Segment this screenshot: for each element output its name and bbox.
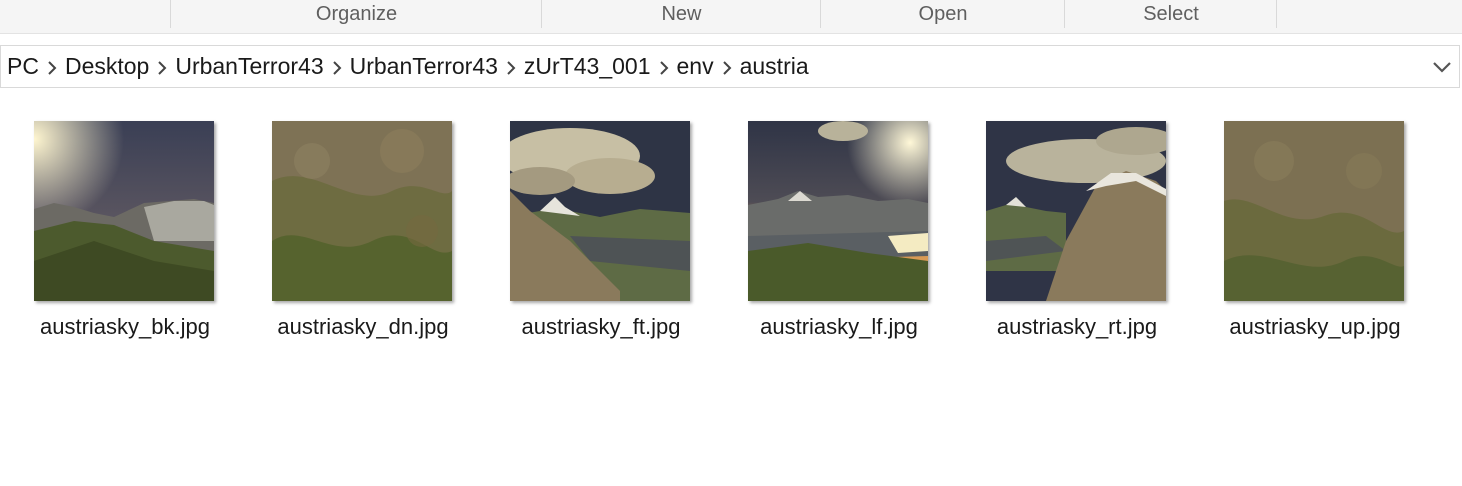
chevron-right-icon[interactable]	[39, 57, 65, 77]
file-name: austriasky_dn.jpg	[277, 314, 449, 339]
file-item[interactable]: austriasky_bk.jpg	[6, 100, 244, 350]
breadcrumb-item[interactable]: UrbanTerror43	[350, 53, 498, 80]
breadcrumb-item[interactable]: env	[677, 53, 714, 80]
image-thumbnail	[1224, 121, 1404, 301]
file-item[interactable]: austriasky_lf.jpg	[720, 100, 958, 350]
image-thumbnail	[34, 121, 214, 301]
image-thumbnail	[748, 121, 928, 301]
ribbon-group-label: Select	[1143, 2, 1199, 25]
file-name: austriasky_up.jpg	[1229, 314, 1401, 339]
breadcrumb-item[interactable]: PC	[7, 53, 39, 80]
breadcrumb-item[interactable]: zUrT43_001	[524, 53, 651, 80]
ribbon-group-select[interactable]: Select	[1064, 0, 1277, 28]
ribbon-group-label: Organize	[315, 2, 398, 25]
ribbon-divider	[1276, 0, 1277, 28]
chevron-right-icon[interactable]	[651, 57, 677, 77]
file-item[interactable]: austriasky_ft.jpg	[482, 100, 720, 350]
image-thumbnail	[510, 121, 690, 301]
file-item[interactable]: austriasky_dn.jpg	[244, 100, 482, 350]
file-list: austriasky_bk.jpg austriasky_dn.jpg aust…	[0, 100, 1462, 360]
image-thumbnail	[272, 121, 452, 301]
file-name: austriasky_lf.jpg	[760, 314, 918, 339]
breadcrumb-item[interactable]: Desktop	[65, 53, 149, 80]
chevron-down-icon[interactable]	[1431, 58, 1453, 76]
file-item[interactable]: austriasky_up.jpg	[1196, 100, 1434, 350]
chevron-right-icon[interactable]	[498, 57, 524, 77]
chevron-right-icon[interactable]	[149, 57, 175, 77]
ribbon-group-open[interactable]: Open	[820, 0, 1065, 28]
file-name: austriasky_rt.jpg	[996, 314, 1158, 339]
chevron-right-icon[interactable]	[324, 57, 350, 77]
ribbon-group-organize[interactable]: Organize	[170, 0, 542, 28]
ribbon-group-new[interactable]: New	[541, 0, 821, 28]
ribbon-group-label: Open	[918, 2, 968, 25]
file-item[interactable]: austriasky_rt.jpg	[958, 100, 1196, 350]
chevron-right-icon[interactable]	[714, 57, 740, 77]
breadcrumb: PC Desktop UrbanTerror43 UrbanTerror43 z…	[1, 53, 809, 80]
ribbon-group-label: New	[661, 2, 702, 25]
breadcrumb-item[interactable]: UrbanTerror43	[175, 53, 323, 80]
file-name: austriasky_ft.jpg	[521, 314, 681, 339]
ribbon-toolbar: Organize New Open Select	[0, 0, 1462, 34]
file-name: austriasky_bk.jpg	[40, 314, 210, 339]
image-thumbnail	[986, 121, 1166, 301]
breadcrumb-item-current[interactable]: austria	[740, 53, 809, 80]
address-bar[interactable]: PC Desktop UrbanTerror43 UrbanTerror43 z…	[0, 45, 1460, 88]
